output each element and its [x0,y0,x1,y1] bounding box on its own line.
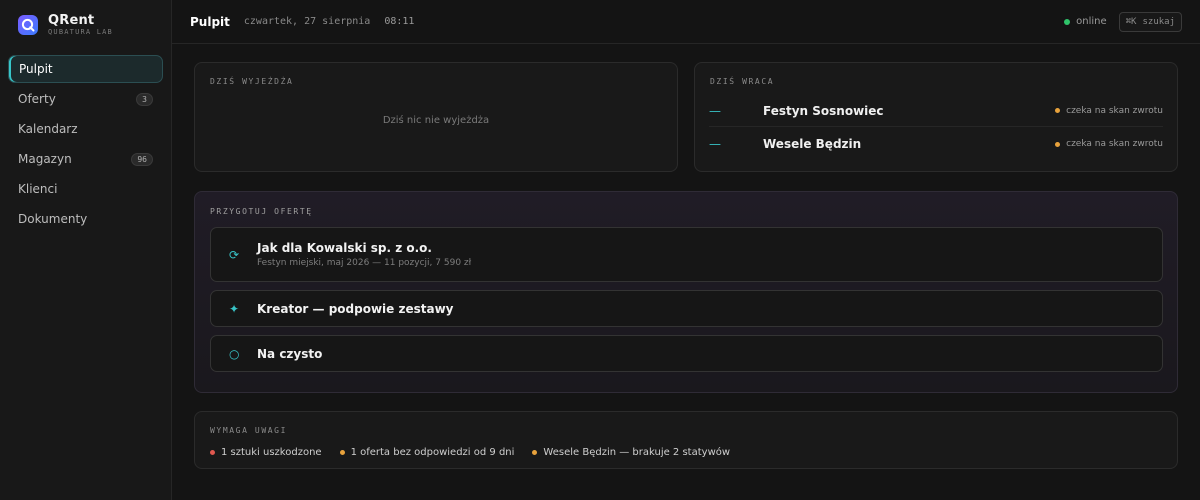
offer-wizard-button[interactable]: ✦ Kreator — podpowie zestawy [210,290,1163,327]
attention-text: 1 sztuki uszkodzone [221,447,322,458]
warning-dot-icon [1055,141,1061,147]
sidebar-nav: Pulpit Oferty 3 Kalendarz Magazyn 96 Kli… [8,55,163,235]
offer-option-title: Na czysto [257,346,323,361]
prepare-offer-card: PRZYGOTUJ OFERTĘ ⟳ Jak dla Kowalski sp. … [194,191,1178,393]
offer-option-title: Jak dla Kowalski sp. z o.o. [257,241,432,255]
return-row[interactable]: — Festyn Sosnowiec czeka na skan zwrotu [709,95,1163,127]
attention-text: Wesele Będzin — brakuje 2 statywów [543,447,731,458]
offer-blank-button[interactable]: ○ Na czysto [210,335,1163,372]
event-name: Festyn Sosnowiec [763,103,884,118]
return-row[interactable]: — Wesele Będzin czeka na skan zwrotu [709,128,1163,160]
card-label: PRZYGOTUJ OFERTĘ [210,207,313,216]
count-badge: 3 [136,92,153,106]
warning-dot-icon [339,450,345,455]
sidebar-item-dokumenty[interactable]: Dokumenty [8,205,163,233]
attention-list: 1 sztuki uszkodzone 1 oferta bez odpowie… [210,447,748,458]
current-time: 08:11 [384,16,415,27]
return-status: czeka na skan zwrotu [1055,139,1163,149]
brand[interactable]: QRent QUBATURA LAB [17,14,113,36]
offer-option-title: Kreator — podpowie zestawy [257,301,454,316]
qrent-logo-icon [17,14,39,36]
attention-item[interactable]: 1 sztuki uszkodzone [210,447,322,458]
brand-subtitle: QUBATURA LAB [48,28,113,36]
event-name: Wesele Będzin [763,137,862,151]
card-label: DZIŚ WRACA [710,77,775,86]
offer-option-subtitle: Festyn miejski, maj 2026 — 11 pozycji, 7… [257,258,472,268]
search-shortcut: ⌘K [1125,16,1137,27]
needs-attention-card: WYMAGA UWAGI 1 sztuki uszkodzone 1 ofert… [194,411,1178,469]
sparkle-icon: ✦ [229,301,240,316]
online-status-dot-icon [1064,18,1071,25]
circle-icon: ○ [229,346,240,361]
sidebar-item-label: Kalendarz [18,122,78,136]
status-text: czeka na skan zwrotu [1066,139,1163,149]
brand-name: QRent [48,13,95,28]
sidebar-item-label: Klienci [18,182,58,196]
connection-status: online [1076,16,1107,27]
returning-today-card: DZIŚ WRACA — Festyn Sosnowiec czeka na s… [694,62,1178,172]
danger-dot-icon [210,450,215,455]
status-text: czeka na skan zwrotu [1066,105,1163,116]
dash-icon: — [709,103,721,118]
current-date: czwartek, 27 sierpnia [243,16,371,27]
warning-dot-icon [532,450,538,455]
attention-item[interactable]: 1 oferta bez odpowiedzi od 9 dni [339,447,515,458]
sidebar-item-magazyn[interactable]: Magazyn 96 [8,145,163,173]
sidebar-item-kalendarz[interactable]: Kalendarz [8,115,163,143]
topbar: Pulpit czwartek, 27 sierpnia 08:11 onlin… [172,0,1200,44]
search-button[interactable]: ⌘K szukaj [1118,11,1182,32]
refresh-icon: ⟳ [229,247,240,262]
sidebar-item-klienci[interactable]: Klienci [8,175,163,203]
page-title: Pulpit [190,14,230,29]
attention-item[interactable]: Wesele Będzin — brakuje 2 statywów [532,447,730,458]
sidebar-item-label: Magazyn [18,152,72,166]
sidebar-item-oferty[interactable]: Oferty 3 [8,85,163,113]
dash-icon: — [709,137,721,151]
departing-today-card: DZIŚ WYJEŻDŻA Dziś nic nie wyjeżdża [194,62,678,172]
empty-state: Dziś nic nie wyjeżdża [382,115,490,126]
offer-template-kowalski[interactable]: ⟳ Jak dla Kowalski sp. z o.o. Festyn mie… [210,227,1163,282]
sidebar: QRent QUBATURA LAB Pulpit Oferty 3 Kalen… [0,0,172,500]
sidebar-item-label: Dokumenty [18,212,88,226]
sidebar-item-pulpit[interactable]: Pulpit [8,55,163,83]
attention-text: 1 oferta bez odpowiedzi od 9 dni [350,447,515,458]
search-label: szukaj [1142,16,1175,27]
card-label: WYMAGA UWAGI [210,426,287,435]
sidebar-item-label: Oferty [18,92,56,106]
count-badge: 96 [131,152,153,166]
card-label: DZIŚ WYJEŻDŻA [210,77,294,86]
warning-dot-icon [1055,108,1061,113]
return-status: czeka na skan zwrotu [1055,106,1163,116]
sidebar-item-label: Pulpit [19,62,53,76]
